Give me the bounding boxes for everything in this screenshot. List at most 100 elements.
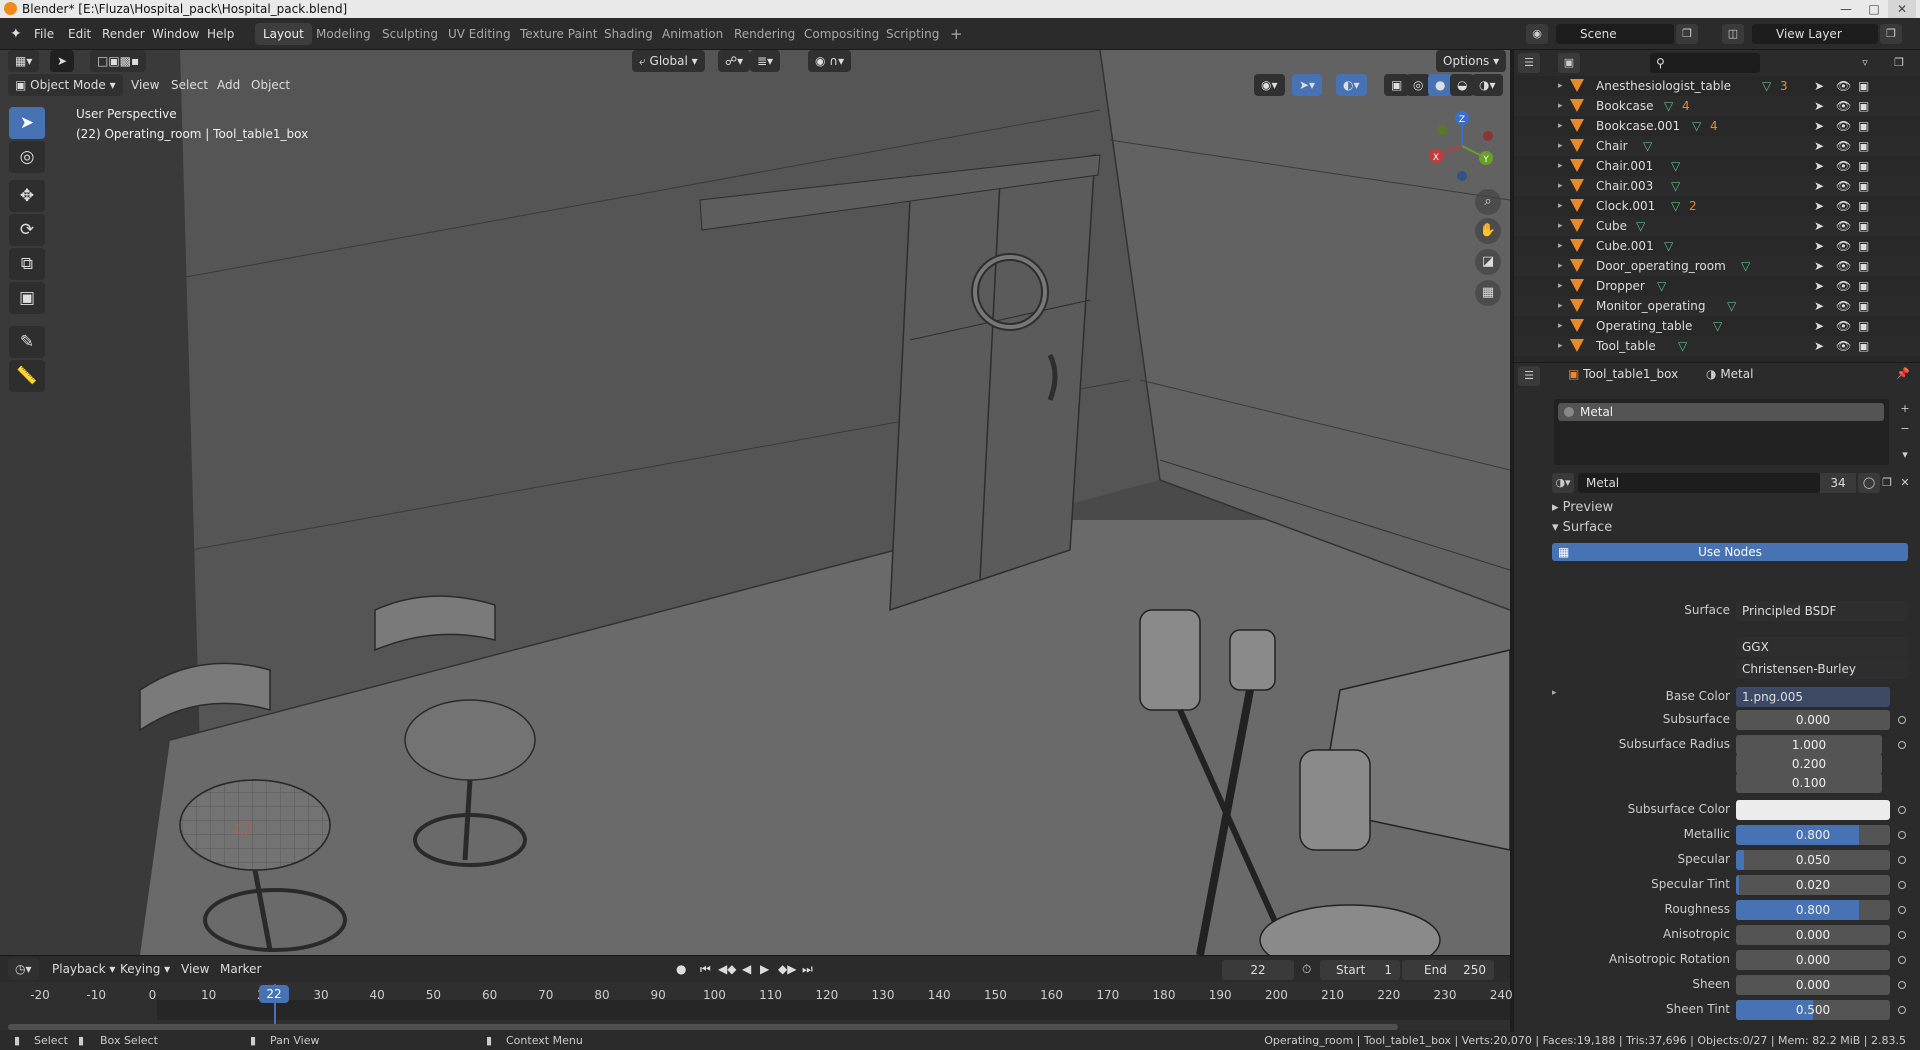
pan-hand-icon[interactable]: ✋ [1475,218,1501,244]
playhead-frame[interactable]: 22 [259,985,289,1003]
browse-material-icon[interactable]: ◑▾ [1552,473,1574,493]
timeline-editor-icon[interactable]: ◷▾ [8,958,39,980]
expand-icon[interactable]: ▸ [1558,296,1563,316]
mesh-data-icon[interactable]: ▽ [1657,276,1666,296]
tab-animation[interactable]: Animation [654,23,731,45]
use-nodes-button[interactable]: ▦ Use Nodes [1552,543,1908,561]
node-link-icon[interactable] [1898,741,1906,749]
outliner-item[interactable]: ▸ Bookcase.001 ➤ 👁 ▣ ▽ 4 [1514,116,1920,136]
expand-icon[interactable]: ▸ [1558,336,1563,356]
tab-modeling[interactable]: Modeling [308,23,379,45]
surface-shader-field[interactable]: Principled BSDF [1736,601,1908,621]
material-count-badge[interactable]: 2 [1689,196,1697,216]
maximize-icon[interactable]: □ [1860,0,1888,18]
select-arrow-icon[interactable]: ➤ [1814,116,1824,136]
property-value-field[interactable]: 0.800 [1736,825,1890,845]
eye-icon[interactable]: 👁 [1836,176,1851,196]
selection-modes-icon[interactable]: □▣▩▪ [90,50,147,72]
tab-compositing[interactable]: Compositing [796,23,887,45]
distribution-dropdown[interactable]: GGX [1736,637,1908,657]
property-value-field[interactable]: 0.000 [1736,925,1890,945]
zoom-icon[interactable]: ⌕ [1475,189,1501,215]
mesh-data-icon[interactable]: ▽ [1741,256,1750,276]
material-count-badge[interactable]: 4 [1682,96,1690,116]
add-workspace-icon[interactable]: + [942,23,971,45]
surface-panel-header[interactable]: ▾ Surface [1552,520,1612,535]
eye-icon[interactable]: 👁 [1836,116,1851,136]
mesh-data-icon[interactable]: ▽ [1636,216,1645,236]
unlink-material-icon[interactable]: ✕ [1894,473,1916,493]
mesh-data-icon[interactable]: ▽ [1678,336,1687,356]
expand-icon[interactable]: ▸ [1558,176,1563,196]
perspective-toggle-icon[interactable]: ▦ [1475,280,1501,306]
viewport-menu-select[interactable]: Select [171,74,208,96]
property-value-field[interactable]: 0.020 [1736,875,1890,895]
outliner-item[interactable]: ▸ Cube.001 ➤ 👁 ▣ ▽ [1514,236,1920,256]
record-icon[interactable]: ● [676,958,686,980]
transform-orientation[interactable]: ⤶ Global ▾ [632,50,705,72]
node-link-icon[interactable] [1898,806,1906,814]
subsurface-method-dropdown[interactable]: Christensen-Burley [1736,659,1908,679]
outliner-item[interactable]: ▸ Anesthesiologist_table ➤ 👁 ▣ ▽ 3 [1514,76,1920,96]
expand-icon[interactable]: ▸ [1558,256,1563,276]
property-value-field[interactable]: 0.000 [1736,710,1890,730]
render-icon[interactable]: ▣ [1858,136,1869,156]
eye-icon[interactable]: 👁 [1836,256,1851,276]
select-arrow-icon[interactable]: ➤ [1814,176,1824,196]
outliner-item[interactable]: ▸ Door_operating_room ➤ 👁 ▣ ▽ [1514,256,1920,276]
add-slot-icon[interactable]: + [1894,399,1916,419]
outliner-item[interactable]: ▸ Tool_table ➤ 👁 ▣ ▽ [1514,336,1920,356]
material-slot-item[interactable]: Metal [1558,403,1884,421]
property-value-field[interactable]: 0.000 [1736,975,1890,995]
tab-layout[interactable]: Layout [255,23,312,45]
mesh-data-icon[interactable]: ▽ [1671,156,1680,176]
jump-end-icon[interactable]: ⏭ [802,958,813,980]
outliner-item[interactable]: ▸ Cube ➤ 👁 ▣ ▽ [1514,216,1920,236]
outliner-item[interactable]: ▸ Chair.003 ➤ 👁 ▣ ▽ [1514,176,1920,196]
scene-field[interactable]: Scene [1556,24,1674,44]
overlay-toggle-icon[interactable]: ◐▾ [1336,74,1367,96]
preview-panel-header[interactable]: ▸ Preview [1552,500,1613,515]
options-dropdown[interactable]: Options ▾ [1436,50,1507,72]
play-icon[interactable]: ▶ [760,958,769,980]
prev-keyframe-icon[interactable]: ◀◆ [718,958,736,980]
node-link-icon[interactable] [1898,981,1906,989]
base-color-expand-icon[interactable]: ▸ [1552,688,1557,698]
scene-icon[interactable]: ◉ [1526,24,1548,44]
select-arrow-icon[interactable]: ➤ [1814,76,1824,96]
pin-icon[interactable]: 📌 [1896,367,1910,380]
next-keyframe-icon[interactable]: ◆▶ [778,958,796,980]
mesh-data-icon[interactable]: ▽ [1713,316,1722,336]
outliner-item[interactable]: ▸ Operating_table ➤ 👁 ▣ ▽ [1514,316,1920,336]
shading-solid-icon[interactable]: ● [1428,74,1453,96]
navigation-gizmo[interactable]: Z Y X [1422,106,1502,186]
menu-window[interactable]: Window [152,18,199,50]
property-value-field[interactable]: 0.500 [1736,1000,1890,1020]
property-value-field[interactable]: 0.800 [1736,900,1890,920]
new-collection-icon[interactable]: ❐ [1888,53,1910,73]
menu-file[interactable]: File [34,18,54,50]
material-name-field[interactable]: Metal [1578,473,1820,493]
tab-shading[interactable]: Shading [596,23,661,45]
expand-icon[interactable]: ▸ [1558,96,1563,116]
tab-texture-paint[interactable]: Texture Paint [512,23,605,45]
mesh-data-icon[interactable]: ▽ [1664,96,1673,116]
current-frame-field[interactable]: 22 [1222,960,1294,980]
eye-icon[interactable]: 👁 [1836,296,1851,316]
mesh-data-icon[interactable]: ▽ [1762,76,1771,96]
node-link-icon[interactable] [1898,831,1906,839]
node-link-icon[interactable] [1898,1006,1906,1014]
eye-icon[interactable]: 👁 [1836,96,1851,116]
visibility-icon[interactable]: ◉▾ [1254,74,1285,96]
eye-icon[interactable]: 👁 [1836,196,1851,216]
expand-icon[interactable]: ▸ [1558,196,1563,216]
gizmo-toggle-icon[interactable]: ➤▾ [1292,74,1323,96]
pivot-icon[interactable]: ☍▾ [718,50,751,72]
property-value-field[interactable]: 0.200 [1736,754,1882,774]
property-value-field[interactable]: 0.000 [1736,950,1890,970]
tab-uv-editing[interactable]: UV Editing [440,23,519,45]
cursor-tool[interactable]: ◎ [9,141,45,173]
select-arrow-icon[interactable]: ➤ [1814,136,1824,156]
minimize-icon[interactable]: — [1832,0,1860,18]
tab-rendering[interactable]: Rendering [726,23,803,45]
